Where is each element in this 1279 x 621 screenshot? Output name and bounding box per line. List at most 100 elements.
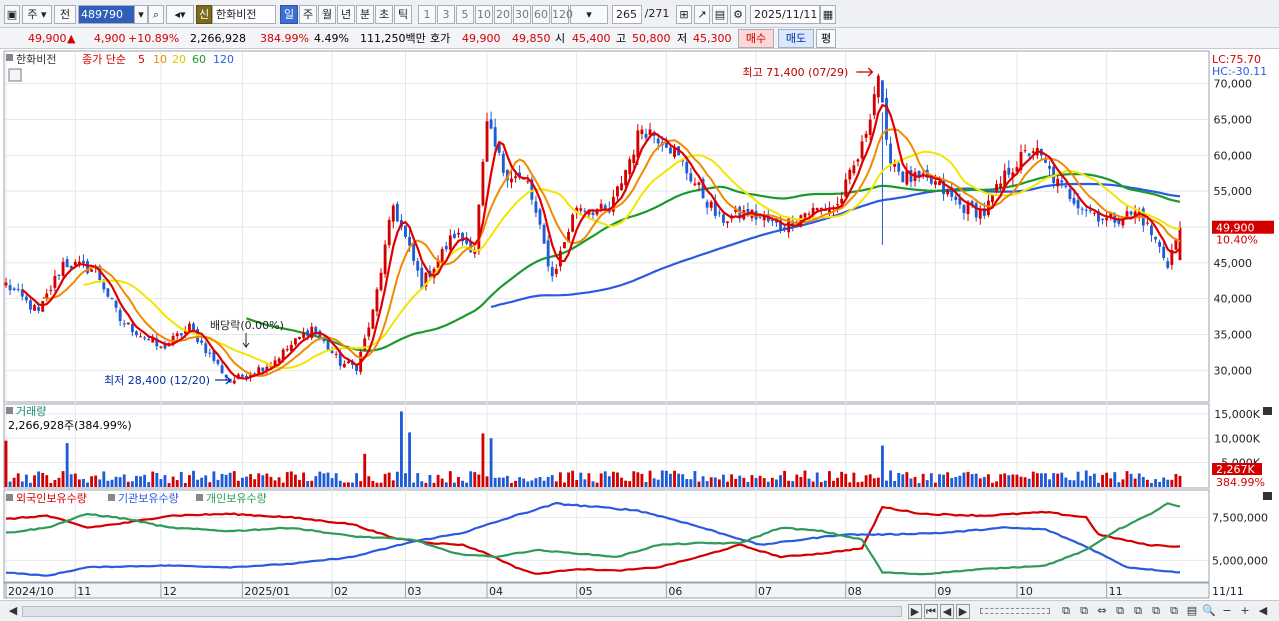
candle-body — [383, 244, 387, 275]
volume-bar — [591, 481, 595, 487]
calendar-icon[interactable]: ▦ — [820, 5, 836, 24]
legend-marker-icon — [6, 54, 13, 61]
minute-button[interactable]: 120 — [551, 5, 573, 24]
candle-body — [1158, 241, 1162, 247]
tool-icon-1[interactable]: ⧉ — [1058, 604, 1074, 619]
tool-icon-3[interactable]: ⇔ — [1094, 604, 1110, 619]
tool-icon-2[interactable]: ⧉ — [1076, 604, 1092, 619]
volume-bar — [175, 480, 179, 487]
search-icon[interactable]: ⌕ — [148, 5, 164, 24]
volume-bar — [571, 470, 575, 487]
magnifier-icon[interactable]: 🔍 — [1202, 604, 1216, 619]
volume-bar — [90, 476, 94, 487]
scroll-left-icon[interactable]: ◀ — [6, 604, 20, 619]
avg-button[interactable]: 평 — [816, 29, 836, 48]
price-tick-label: 55,000 — [1214, 185, 1253, 198]
stock-code-input[interactable]: 489790 — [78, 5, 136, 24]
period-tab[interactable]: 분 — [356, 5, 374, 24]
volume-bar — [448, 471, 452, 487]
save-icon[interactable]: ▤ — [712, 5, 728, 24]
candle-body — [599, 203, 603, 209]
minute-button[interactable]: 3 — [437, 5, 455, 24]
volume-bar — [819, 482, 823, 487]
period-tab[interactable]: 월 — [318, 5, 336, 24]
volume-bar — [1125, 471, 1129, 487]
all-button[interactable]: 전 — [54, 5, 76, 24]
buy-button[interactable]: 매수 — [738, 29, 774, 48]
candle-body — [379, 272, 383, 291]
volume-bar — [1007, 475, 1011, 487]
minute-button[interactable]: 60 — [532, 5, 550, 24]
volume-bar — [595, 482, 599, 487]
x-tick-label: 09 — [937, 585, 951, 598]
minute-button[interactable]: 20 — [494, 5, 512, 24]
date-input[interactable]: 2025/11/11 — [750, 5, 820, 24]
crosshair-icon[interactable]: ⊞ — [676, 5, 692, 24]
period-tab[interactable]: 년 — [337, 5, 355, 24]
volume-bar — [497, 477, 501, 487]
volume-bar — [970, 474, 974, 487]
candle-body — [416, 261, 420, 271]
period-tab[interactable]: 틱 — [394, 5, 412, 24]
legend-ma20: 20 — [172, 53, 186, 66]
volume-bar — [302, 472, 306, 487]
scrollbar-track[interactable] — [22, 606, 902, 617]
volume-bar — [387, 472, 391, 487]
zoom-out-icon[interactable]: − — [1220, 604, 1234, 619]
volume-bar — [33, 475, 36, 487]
foreign-legend-marker-icon — [6, 494, 13, 501]
draw-icon[interactable]: ↗ — [694, 5, 710, 24]
minute-button[interactable]: 10 — [475, 5, 493, 24]
minute-button[interactable]: 30 — [513, 5, 531, 24]
legend-ma120: 120 — [213, 53, 234, 66]
candle-body — [872, 94, 876, 116]
nav-play-button[interactable]: ▶ — [956, 604, 970, 619]
tool-icon-4[interactable]: ⧉ — [1112, 604, 1128, 619]
period-tab[interactable]: 일 — [280, 5, 298, 24]
count-input[interactable]: 265 — [612, 5, 642, 24]
volume-bar — [872, 478, 876, 487]
candle-body — [485, 121, 489, 162]
holdings-panel-close-icon[interactable] — [1263, 492, 1272, 500]
nav-next-button[interactable]: ▶ — [908, 604, 922, 619]
collapse-icon[interactable]: ◀ — [1256, 604, 1270, 619]
volume-bar — [750, 475, 754, 487]
volume-pct-tag-text: 384.99% — [1216, 476, 1265, 489]
period-tab[interactable]: 주 — [299, 5, 317, 24]
minute-button[interactable]: 5 — [456, 5, 474, 24]
volume-panel-close-icon[interactable] — [1263, 407, 1272, 415]
gear-icon[interactable]: ⚙ — [730, 5, 746, 24]
volume-bar — [1039, 473, 1043, 487]
table-icon[interactable] — [8, 68, 22, 82]
chart-area[interactable]: 30,00035,00040,00045,00050,00055,00060,0… — [0, 49, 1279, 600]
volume-bar — [485, 476, 489, 487]
code-dropdown-icon[interactable]: ▾ — [134, 5, 148, 24]
tool-icon-6[interactable]: ⧉ — [1148, 604, 1164, 619]
zoom-slider[interactable] — [980, 608, 1050, 614]
volume-bar — [616, 472, 619, 487]
tool-icon-5[interactable]: ⧉ — [1130, 604, 1146, 619]
candle-body — [1154, 236, 1157, 240]
volume-bar — [962, 472, 966, 487]
volume-bar — [685, 478, 689, 487]
market-select[interactable]: 주 ▾ — [22, 5, 52, 24]
tool-icon-7[interactable]: ⧉ — [1166, 604, 1182, 619]
chart-menu-icon[interactable]: ▣ — [4, 5, 20, 24]
nav-prev-button[interactable]: ◀ — [940, 604, 954, 619]
sell-button[interactable]: 매도 — [778, 29, 814, 48]
tool-icon-8[interactable]: ▤ — [1184, 604, 1200, 619]
period-tab[interactable]: 초 — [375, 5, 393, 24]
nav-first-button[interactable]: ⏮ — [924, 604, 938, 619]
minute-button[interactable]: 1 — [418, 5, 436, 24]
volume-bar — [1133, 478, 1137, 487]
minute-input[interactable]: ▾ — [570, 5, 608, 24]
volume-bar — [677, 473, 681, 487]
volume-bar — [828, 471, 831, 487]
zoom-in-icon[interactable]: + — [1238, 604, 1252, 619]
candle-body — [49, 289, 53, 291]
candle-body — [367, 327, 371, 337]
speaker-icon[interactable]: ◂▾ — [166, 5, 194, 24]
high-price: 50,800 — [632, 32, 671, 45]
stock-name-field[interactable]: 한화비전 — [212, 5, 276, 24]
volume-bar — [742, 477, 746, 487]
